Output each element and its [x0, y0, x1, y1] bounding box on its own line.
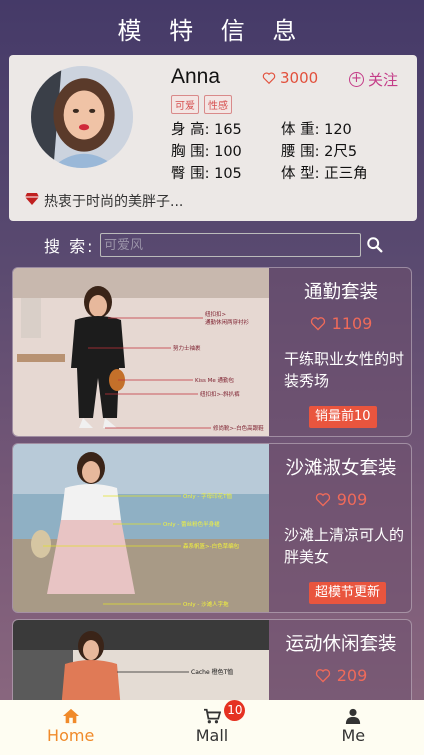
- outfit-description: 干练职业女性的时装秀场: [284, 350, 405, 390]
- annotation-label: Kiss Me 通勤包: [195, 376, 234, 384]
- stat-label: 体 重:: [281, 122, 320, 138]
- heart-icon: [310, 317, 325, 331]
- outfit-card[interactable]: 纽扣扣> 通勤休闲两穿衬衫 努力士袖裹 Kiss Me 通勤包 纽扣扣>-斜扒裤…: [12, 267, 412, 437]
- cart-icon: [203, 708, 221, 724]
- home-icon: [62, 708, 79, 724]
- outfit-info: 沙滩淑女套装 909 沙滩上清凉可人的胖美女 超模节更新: [269, 444, 411, 612]
- outfit-photo-image: 纽扣扣> 通勤休闲两穿衬衫 努力士袖裹 Kiss Me 通勤包 纽扣扣>-斜扒裤…: [13, 268, 269, 436]
- outfit-likes-value: 909: [336, 490, 368, 509]
- stat-label: 身 高:: [171, 122, 210, 138]
- tag[interactable]: 性感: [204, 95, 232, 114]
- nav-me[interactable]: Me: [283, 700, 424, 755]
- stat-value: 105: [214, 166, 242, 182]
- stat-label: 臀 围:: [171, 166, 210, 182]
- motto-text: 热衷于时尚的美胖子...: [44, 194, 184, 210]
- stat-value: 165: [214, 122, 242, 138]
- outfit-likes[interactable]: 209: [269, 666, 411, 685]
- annotation-label: Only - 蕾丝粉色半身裙: [163, 520, 220, 528]
- annotation-label: 通勤休闲两穿衬衫: [205, 318, 250, 326]
- outfit-title: 运动休闲套装: [285, 634, 397, 655]
- annotation-label: 森系帆篮>-白色草编包: [183, 542, 240, 550]
- outfit-badge: 超模节更新: [309, 582, 387, 604]
- nav-home-label: Home: [47, 726, 95, 745]
- heart-icon: [315, 669, 330, 683]
- nav-me-label: Me: [341, 726, 366, 745]
- tag[interactable]: 可爱: [171, 95, 199, 114]
- outfit-title: 通勤套装: [303, 282, 378, 303]
- outfit-likes[interactable]: 909: [269, 490, 411, 509]
- annotation-label: 努力士袖裹: [173, 344, 201, 352]
- diamond-icon: [25, 193, 39, 209]
- cart-count-badge: 10: [224, 700, 246, 721]
- stat-value: 100: [214, 144, 242, 160]
- stat-label: 体 型:: [281, 166, 320, 182]
- heart-icon: [262, 72, 276, 85]
- nav-mall-label: Mall: [195, 726, 229, 745]
- stat-value: 120: [324, 122, 352, 138]
- outfit-badge: 销量前10: [309, 406, 377, 428]
- outfit-description: 沙滩上清凉可人的胖美女: [284, 526, 405, 566]
- nav-home[interactable]: Home: [0, 700, 141, 755]
- outfit-likes[interactable]: 1109: [269, 314, 411, 333]
- nav-mall[interactable]: Mall 10: [141, 700, 282, 755]
- search-icon[interactable]: [366, 236, 384, 254]
- outfit-photo-image: Only - 字母印花T恤 Only - 蕾丝粉色半身裙 森系帆篮>-白色草编包…: [13, 444, 269, 612]
- heart-icon: [315, 493, 330, 507]
- profile-card: Anna 3000 + 关注 可爱 性感 身 高: 165 体 重: 120 胸…: [9, 55, 417, 221]
- outfit-likes-value: 209: [336, 666, 368, 685]
- annotation-label: 修尚靴>-白色高跟鞋: [213, 424, 264, 432]
- annotation-label: Only - 字母印花T恤: [183, 492, 232, 500]
- tag-list: 可爱 性感: [171, 95, 232, 114]
- user-icon: [346, 708, 361, 724]
- stat-label: 腰 围:: [281, 144, 320, 160]
- outfit-info: 通勤套装 1109 干练职业女性的时装秀场 销量前10: [269, 268, 411, 436]
- annotation-label: Cache 橙色T恤: [191, 668, 233, 676]
- annotation-label: Only - 沙滩人字拖: [183, 600, 229, 608]
- body-stats: 身 高: 165 体 重: 120 胸 围: 100 腰 围: 2尺5 臀 围:…: [171, 119, 411, 185]
- outfit-likes-value: 1109: [331, 314, 373, 333]
- avatar[interactable]: [31, 66, 133, 168]
- annotation-label: 纽扣扣>-斜扒裤: [200, 390, 240, 398]
- search-bar: 搜 索:: [44, 232, 389, 258]
- stat-value: 正三角: [324, 166, 368, 182]
- likes-count[interactable]: 3000: [262, 69, 318, 87]
- search-input[interactable]: [100, 233, 361, 257]
- plus-circle-icon: +: [349, 72, 364, 87]
- avatar-portrait-icon: [31, 66, 133, 168]
- page-title: 模 特 信 息: [117, 16, 307, 45]
- follow-button[interactable]: + 关注: [349, 69, 398, 90]
- annotation-label: 纽扣扣>: [205, 310, 227, 318]
- model-name: Anna: [171, 65, 221, 88]
- search-label: 搜 索:: [44, 237, 95, 256]
- stat-label: 胸 围:: [171, 144, 210, 160]
- motto: 热衷于时尚的美胖子...: [25, 191, 183, 211]
- bottom-nav: Home Mall 10 Me: [0, 700, 424, 755]
- outfit-title: 沙滩淑女套装: [285, 458, 397, 479]
- outfit-card[interactable]: Only - 字母印花T恤 Only - 蕾丝粉色半身裙 森系帆篮>-白色草编包…: [12, 443, 412, 613]
- likes-value: 3000: [280, 69, 319, 87]
- stat-value: 2尺5: [324, 144, 358, 160]
- follow-label: 关注: [368, 71, 399, 89]
